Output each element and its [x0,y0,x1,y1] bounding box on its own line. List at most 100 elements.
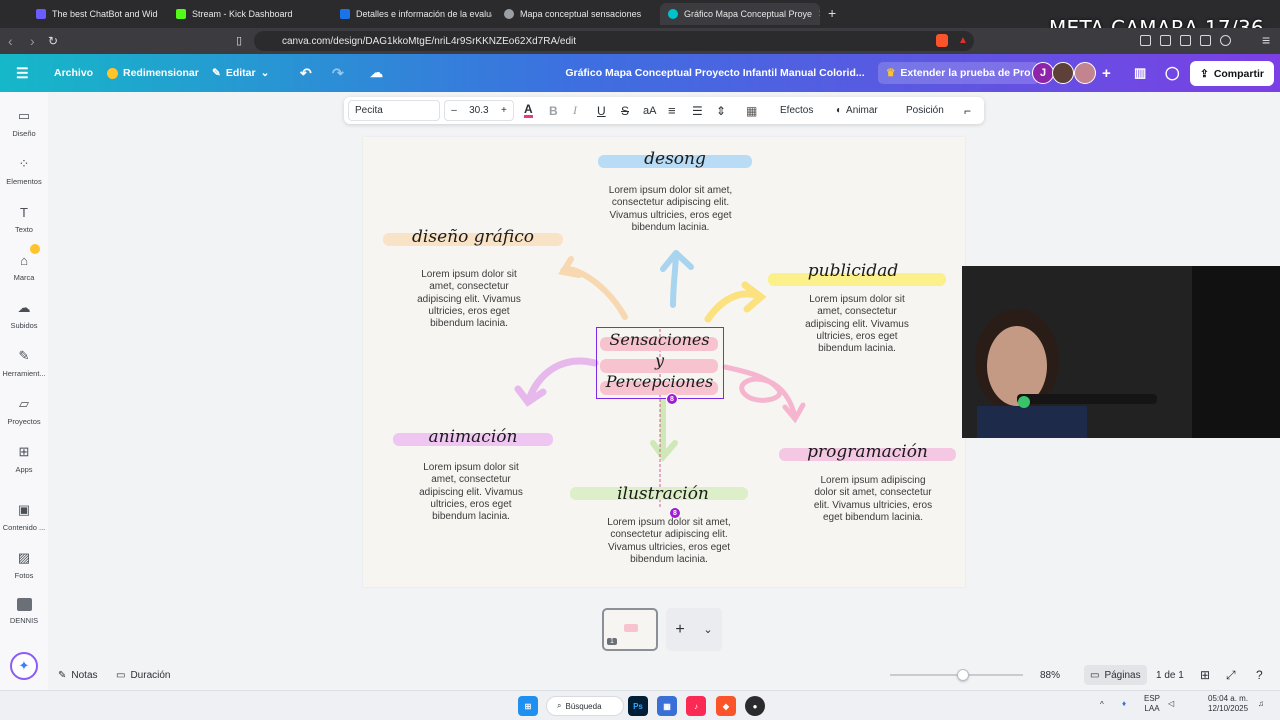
zoom-value[interactable]: 88% [1040,662,1060,688]
spacing-icon[interactable]: ⇕ [716,97,726,124]
photoshop-icon[interactable]: Ps [628,696,648,716]
avatar[interactable] [1074,62,1096,84]
archivo-button[interactable]: Archivo [54,54,93,92]
align-center-icon[interactable]: ≡ [668,97,676,124]
undo-icon[interactable]: ↶ [300,54,312,92]
comment-icon[interactable]: ◯ [1165,54,1180,92]
search-box[interactable]: ⌕ Búsqueda [546,696,624,716]
add-page-button[interactable]: + ⌄ [666,608,722,651]
avatar[interactable] [1052,62,1074,84]
reload-icon[interactable]: ↻ [48,34,58,48]
zoom-slider[interactable] [890,669,1023,681]
sidebar-item-marca[interactable]: ⌂ Marca [0,244,48,282]
sidebar-item-apps[interactable]: ⊞ Apps [0,444,48,474]
obs-icon[interactable]: ● [745,696,765,716]
node-text-animacion[interactable]: Lorem ipsum dolor sit amet, consectetur … [413,462,529,523]
hamburger-menu-icon[interactable]: ☰ [16,54,29,92]
vpn-icon[interactable] [1220,35,1231,46]
page-thumbnail[interactable]: 1 [602,608,658,651]
tab-close-icon[interactable]: ✕ [818,9,820,20]
font-size-value[interactable]: 30.3 [469,105,488,116]
sidebar-item-proyectos[interactable]: ▱ Proyectos [0,396,48,426]
brave-rewards-icon[interactable]: ▲ [958,35,968,46]
selection-badge[interactable]: 8 [666,393,678,405]
redimensionar-button[interactable]: Redimensionar [107,54,199,92]
sidebar-item-texto[interactable]: T Texto [0,204,48,235]
node-text-diseno[interactable]: Lorem ipsum dolor sit amet, consectetur … [411,269,527,330]
sidebar-item-dennis[interactable]: DENNIS [0,598,48,625]
font-size-stepper[interactable]: – 30.3 + [444,100,514,121]
center-text-selected[interactable]: Sensaciones y Percepciones 8 [596,327,724,405]
format-painter-icon[interactable]: ⌐ [964,97,971,124]
sidebar-item-fotos[interactable]: ▨ Fotos [0,550,48,580]
font-size-decrease-button[interactable]: – [451,105,457,116]
cloud-save-icon[interactable]: ☁ [370,54,383,92]
menu-icon[interactable]: ≡ [1262,32,1270,48]
grid-view-icon[interactable]: ⊞ [1200,662,1210,688]
fullscreen-icon[interactable]: ⤢ [1226,662,1236,688]
sidebar-item-contenido[interactable]: ▣ Contenido ... [0,502,48,532]
clock[interactable]: 05:04 a. m. 12/10/2025 [1208,694,1248,714]
sidebar-item-subidos[interactable]: ☁ Subidos [0,300,48,330]
node-title-publicidad[interactable]: publicidad [768,261,938,281]
zoom-slider-handle[interactable] [957,669,970,681]
extend-pro-button[interactable]: ♛ Extender la prueba de Pro [878,62,1039,84]
browser-tab[interactable]: The best ChatBot and Widgets fo [28,3,158,25]
windows-start-icon[interactable]: ⊞ [518,696,538,716]
letter-case-icon[interactable]: aA [643,97,656,124]
node-text-programacion[interactable]: Lorem ipsum adipiscing dolor sit amet, c… [813,475,933,524]
duration-button[interactable]: ▭ Duración [116,662,170,688]
node-text-ilustracion[interactable]: Lorem ipsum dolor sit amet, consectetur … [601,517,737,566]
url-input[interactable]: canva.com/design/DAG1kkoMtgE/nriL4r9SrKK… [254,31,974,51]
calculator-icon[interactable]: ▦ [657,696,677,716]
node-title-top[interactable]: desong [598,149,752,169]
sidebar-item-elementos[interactable]: ⁘ Elementos [0,156,48,186]
font-size-increase-button[interactable]: + [501,105,507,116]
animate-button[interactable]: ◐ Animar [836,97,878,124]
italic-icon[interactable]: I [573,97,577,124]
forward-icon[interactable]: › [30,33,35,49]
strikethrough-icon[interactable]: S [621,97,629,124]
chevron-down-icon[interactable]: ⌄ [703,623,712,636]
notes-button[interactable]: ✎ Notas [58,662,98,688]
microphone-icon[interactable]: ♦ [1122,699,1126,708]
underline-icon[interactable]: U [597,97,606,124]
volume-icon[interactable]: ◁ [1168,699,1174,708]
browser-tab-active[interactable]: Gráfico Mapa Conceptual Proye ✕ [660,3,820,25]
transparency-icon[interactable]: ▦ [746,97,757,124]
new-tab-button[interactable]: + [828,5,836,21]
node-text-top[interactable]: Lorem ipsum dolor sit amet, consectetur … [603,185,738,234]
sidebar-item-diseno[interactable]: ▭ Diseño [0,108,48,138]
brave-browser-icon[interactable]: ◆ [716,696,736,716]
wallet-icon[interactable] [1200,35,1211,46]
music-icon[interactable]: ♪ [686,696,706,716]
extension-icon[interactable] [1140,35,1151,46]
sidebar-icon[interactable] [1180,35,1191,46]
help-icon[interactable]: ? [1256,662,1263,688]
pages-button[interactable]: ▭ Páginas [1084,665,1147,685]
position-button[interactable]: Posición [906,97,944,124]
editar-button[interactable]: ✎ Editar ⌄ [212,54,269,92]
analytics-icon[interactable]: ▥ [1134,54,1146,92]
language-indicator[interactable]: ESP LAA [1144,694,1160,714]
sidebar-item-herramientas[interactable]: ✎ Herramient... [0,348,48,378]
redo-icon[interactable]: ↷ [332,54,344,92]
extension-icon[interactable] [1160,35,1171,46]
back-icon[interactable]: ‹ [8,33,13,49]
font-family-select[interactable]: Pecita [348,100,440,121]
document-title[interactable]: Gráfico Mapa Conceptual Proyecto Infanti… [560,54,870,92]
text-color-icon[interactable]: A [524,97,533,124]
browser-tab[interactable]: Stream - Kick Dashboard [168,3,326,25]
brave-shield-icon[interactable] [936,34,948,47]
node-title-ilustracion[interactable]: ilustración [578,484,748,504]
design-page[interactable]: desong Lorem ipsum dolor sit amet, conse… [363,137,965,587]
bold-icon[interactable]: B [549,97,558,124]
notification-icon[interactable]: ♫ [1258,699,1264,708]
node-text-publicidad[interactable]: Lorem ipsum dolor sit amet, consectetur … [799,294,915,355]
bookmark-icon[interactable]: ▯ [236,34,242,47]
browser-tab[interactable]: Mapa conceptual sensaciones [496,3,656,25]
avatar[interactable]: J [1032,62,1054,84]
add-collaborator-icon[interactable]: + [1102,54,1111,92]
effects-button[interactable]: Efectos [780,97,813,124]
list-icon[interactable]: ☰ [692,97,703,124]
